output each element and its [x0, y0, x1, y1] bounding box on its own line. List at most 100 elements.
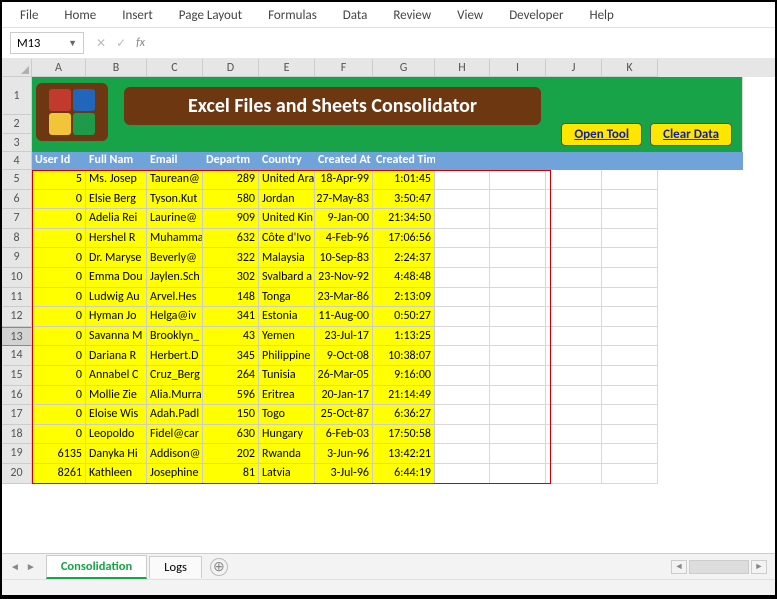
cell-country[interactable]: Svalbard a: [259, 268, 315, 288]
cell-country[interactable]: United Ara: [259, 170, 315, 190]
cell-email[interactable]: Jaylen.Sch: [147, 268, 203, 288]
open-tool-button[interactable]: Open Tool: [561, 123, 642, 146]
empty-cell[interactable]: [546, 248, 602, 268]
empty-cell[interactable]: [602, 229, 658, 249]
empty-cell[interactable]: [546, 209, 602, 229]
table-row[interactable]: 0Dariana RHerbert.D345Philippine9-Oct-08…: [32, 346, 743, 366]
cell-name[interactable]: Hershel R: [86, 229, 147, 249]
check-icon[interactable]: ✓: [116, 36, 126, 51]
empty-cell[interactable]: [435, 327, 490, 347]
cell-name[interactable]: Ludwig Au: [86, 288, 147, 308]
empty-cell[interactable]: [435, 268, 490, 288]
row-header-15[interactable]: 15: [2, 366, 32, 386]
cell-dept[interactable]: 81: [203, 464, 259, 484]
empty-cell[interactable]: [435, 190, 490, 210]
empty-cell[interactable]: [602, 444, 658, 464]
cell-id[interactable]: 0: [32, 190, 86, 210]
ribbon-tab-file[interactable]: File: [20, 8, 38, 23]
cell-name[interactable]: Adelia Rei: [86, 209, 147, 229]
empty-cell[interactable]: [435, 444, 490, 464]
table-row[interactable]: 0Dr. MaryseBeverly@322Malaysia10-Sep-832…: [32, 248, 743, 268]
cell-email[interactable]: Fidel@car: [147, 425, 203, 445]
empty-cell[interactable]: [546, 444, 602, 464]
cell-time[interactable]: 21:34:50: [373, 209, 435, 229]
row-header-20[interactable]: 20: [2, 464, 32, 484]
empty-cell[interactable]: [435, 307, 490, 327]
empty-cell[interactable]: [490, 229, 546, 249]
cell-name[interactable]: Danyka Hi: [86, 444, 147, 464]
empty-cell[interactable]: [490, 444, 546, 464]
cell-date[interactable]: 3-Jun-96: [315, 444, 373, 464]
cell-country[interactable]: Tunisia: [259, 366, 315, 386]
cell-email[interactable]: Tyson.Kut: [147, 190, 203, 210]
name-box[interactable]: M13 ▼: [10, 32, 84, 54]
sheet-tab-logs[interactable]: Logs: [149, 556, 202, 578]
cell-name[interactable]: Kathleen: [86, 464, 147, 484]
row-header-16[interactable]: 16: [2, 386, 32, 406]
table-row[interactable]: 0Savanna MBrooklyn_43Yemen23-Jul-171:13:…: [32, 327, 743, 347]
cell-dept[interactable]: 202: [203, 444, 259, 464]
empty-cell[interactable]: [490, 209, 546, 229]
cell-email[interactable]: Arvel.Hes: [147, 288, 203, 308]
row-header-2[interactable]: 2: [2, 115, 32, 134]
empty-cell[interactable]: [490, 366, 546, 386]
empty-cell[interactable]: [490, 268, 546, 288]
empty-cell[interactable]: [435, 386, 490, 406]
cell-time[interactable]: 21:14:49: [373, 386, 435, 406]
row-header-9[interactable]: 9: [2, 248, 32, 268]
cell-name[interactable]: Eloise Wis: [86, 405, 147, 425]
cell-date[interactable]: 23-Mar-86: [315, 288, 373, 308]
row-header-13[interactable]: 13: [2, 327, 32, 347]
cell-time[interactable]: 6:36:27: [373, 405, 435, 425]
row-header-10[interactable]: 10: [2, 268, 32, 288]
cell-dept[interactable]: 596: [203, 386, 259, 406]
cell-date[interactable]: 3-Jul-96: [315, 464, 373, 484]
column-header-G[interactable]: G: [373, 59, 435, 77]
cell-dept[interactable]: 43: [203, 327, 259, 347]
column-header-H[interactable]: H: [435, 59, 490, 77]
cell-name[interactable]: Savanna M: [86, 327, 147, 347]
cell-country[interactable]: Latvia: [259, 464, 315, 484]
empty-cell[interactable]: [490, 307, 546, 327]
cell-dept[interactable]: 630: [203, 425, 259, 445]
cell-date[interactable]: 10-Sep-83: [315, 248, 373, 268]
row-header-14[interactable]: 14: [2, 346, 32, 366]
row-header-1[interactable]: 1: [2, 77, 32, 115]
cell-date[interactable]: 9-Oct-08: [315, 346, 373, 366]
empty-cell[interactable]: [435, 248, 490, 268]
ribbon-tab-data[interactable]: Data: [343, 8, 368, 23]
empty-cell[interactable]: [546, 366, 602, 386]
ribbon-tab-home[interactable]: Home: [64, 8, 96, 23]
ribbon-tab-help[interactable]: Help: [589, 8, 613, 23]
row-header-4[interactable]: 4: [2, 152, 32, 170]
empty-cell[interactable]: [546, 346, 602, 366]
cell-id[interactable]: 0: [32, 229, 86, 249]
cancel-icon[interactable]: ✕: [96, 36, 106, 51]
cell-dept[interactable]: 302: [203, 268, 259, 288]
cell-name[interactable]: Emma Dou: [86, 268, 147, 288]
table-row[interactable]: 8261KathleenJosephine81Latvia3-Jul-966:4…: [32, 464, 743, 484]
cell-email[interactable]: Taurean@: [147, 170, 203, 190]
ribbon-tab-page-layout[interactable]: Page Layout: [179, 8, 242, 23]
row-header-7[interactable]: 7: [2, 209, 32, 229]
ribbon-tab-view[interactable]: View: [457, 8, 483, 23]
empty-cell[interactable]: [546, 464, 602, 484]
cell-date[interactable]: 27-May-83: [315, 190, 373, 210]
cell-id[interactable]: 8261: [32, 464, 86, 484]
empty-cell[interactable]: [435, 366, 490, 386]
row-header-11[interactable]: 11: [2, 288, 32, 308]
cell-email[interactable]: Josephine: [147, 464, 203, 484]
empty-cell[interactable]: [602, 307, 658, 327]
row-header-3[interactable]: 3: [2, 134, 32, 153]
cell-time[interactable]: 2:13:09: [373, 288, 435, 308]
cell-id[interactable]: 0: [32, 346, 86, 366]
empty-cell[interactable]: [602, 366, 658, 386]
empty-cell[interactable]: [602, 190, 658, 210]
cell-date[interactable]: 26-Mar-05: [315, 366, 373, 386]
cell-time[interactable]: 1:01:45: [373, 170, 435, 190]
cell-name[interactable]: Dariana R: [86, 346, 147, 366]
cell-country[interactable]: Yemen: [259, 327, 315, 347]
cell-dept[interactable]: 148: [203, 288, 259, 308]
cell-time[interactable]: 4:48:48: [373, 268, 435, 288]
row-header-8[interactable]: 8: [2, 229, 32, 249]
